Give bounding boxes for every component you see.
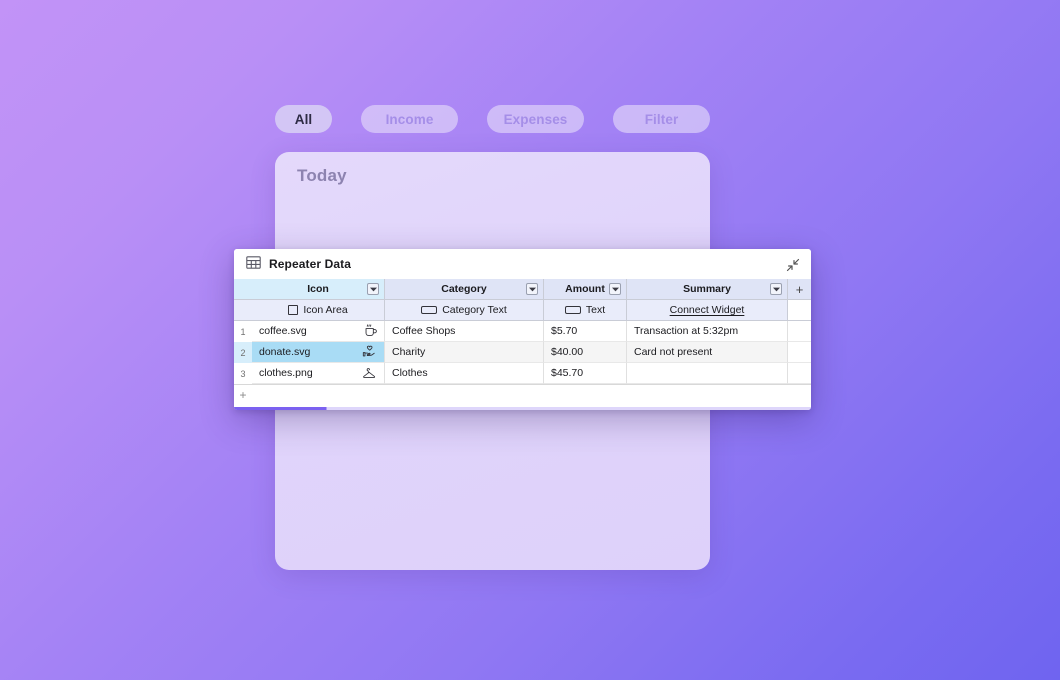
cell-amount-label: $5.70 <box>551 325 578 337</box>
column-header-icon-label: Icon <box>307 283 329 295</box>
repeater-grid: Icon Category Amount Summary + Icon Area… <box>234 279 811 405</box>
cell-icon-file[interactable]: coffee.svg <box>252 321 385 342</box>
rect-icon <box>564 306 581 314</box>
repeater-panel-header: Repeater Data <box>234 249 811 279</box>
table-row[interactable]: 2 donate.svg Charity $40.00 Card not pre… <box>234 342 811 363</box>
cell-icon-file-label: coffee.svg <box>259 325 307 337</box>
chevron-down-icon[interactable] <box>526 283 538 295</box>
chevron-down-icon[interactable] <box>609 283 621 295</box>
table-row[interactable]: 3 clothes.png Clothes $45.70 <box>234 363 811 384</box>
transaction-row[interactable]: Classy Charity $40.00 <box>275 565 710 570</box>
collapse-diagonal-icon[interactable] <box>786 258 800 272</box>
grid-header-row: Icon Category Amount Summary + <box>234 279 811 300</box>
cell-category[interactable]: Charity <box>385 342 544 363</box>
binding-cell-icon-label: Icon Area <box>303 304 348 316</box>
filter-bar: All Income Expenses Filter <box>275 105 710 133</box>
row-number: 1 <box>234 321 252 342</box>
cell-amount-label: $40.00 <box>551 346 584 358</box>
cell-summary[interactable]: Card not present <box>627 342 788 363</box>
cell-category[interactable]: Clothes <box>385 363 544 384</box>
binding-cell-summary-connect-widget[interactable]: Connect Widget <box>627 300 788 320</box>
filter-pill-all[interactable]: All <box>275 105 332 133</box>
repeater-panel-title: Repeater Data <box>269 257 352 271</box>
column-header-summary[interactable]: Summary <box>627 279 788 299</box>
donate-hand-heart-icon <box>362 345 377 359</box>
row-end-spacer <box>788 321 811 342</box>
cell-category-label: Charity <box>392 346 426 358</box>
binding-row-gutter <box>234 300 252 320</box>
square-icon <box>288 305 299 315</box>
cell-category-label: Clothes <box>392 367 428 379</box>
binding-cell-summary-label: Connect Widget <box>669 304 745 316</box>
cell-icon-file-label: donate.svg <box>259 346 311 358</box>
clothes-hanger-icon <box>362 367 377 380</box>
binding-cell-amount-label: Text <box>585 304 606 316</box>
grid-footer-row: + <box>234 384 811 405</box>
table-row[interactable]: 1 coffee.svg Coffee Shops $5.70 Transact <box>234 321 811 342</box>
filter-pill-filter-label: Filter <box>644 111 679 127</box>
panel-accent-bar <box>234 407 811 410</box>
add-row-button[interactable]: + <box>234 385 252 405</box>
rect-icon <box>421 306 438 314</box>
cell-summary[interactable]: Transaction at 5:32pm <box>627 321 788 342</box>
grid-binding-row: Icon Area Category Text Text Connect Wid… <box>234 300 811 321</box>
binding-cell-icon[interactable]: Icon Area <box>252 300 385 320</box>
cell-amount[interactable]: $40.00 <box>544 342 627 363</box>
grid-corner-cell <box>234 279 252 299</box>
chevron-down-icon[interactable] <box>770 283 782 295</box>
binding-cell-category-label: Category Text <box>442 304 507 316</box>
add-column-button[interactable]: + <box>788 279 811 299</box>
filter-pill-all-label: All <box>294 111 313 127</box>
column-header-category-label: Category <box>441 283 487 295</box>
binding-row-spacer <box>788 300 811 320</box>
filter-pill-income-label: Income <box>385 111 434 127</box>
filter-pill-expenses-label: Expenses <box>503 111 568 127</box>
column-header-category[interactable]: Category <box>385 279 544 299</box>
filter-pill-expenses[interactable]: Expenses <box>487 105 584 133</box>
row-number: 3 <box>234 363 252 384</box>
cell-summary-label: Transaction at 5:32pm <box>634 325 739 337</box>
binding-cell-amount[interactable]: Text <box>544 300 627 320</box>
transaction-card-title: Today <box>297 166 347 185</box>
row-end-spacer <box>788 342 811 363</box>
cell-amount[interactable]: $45.70 <box>544 363 627 384</box>
cell-category[interactable]: Coffee Shops <box>385 321 544 342</box>
cell-icon-file[interactable]: donate.svg <box>252 342 385 363</box>
coffee-cup-icon <box>364 324 377 338</box>
filter-pill-income[interactable]: Income <box>361 105 458 133</box>
cell-icon-file[interactable]: clothes.png <box>252 363 385 384</box>
add-column-label: + <box>795 281 804 297</box>
column-header-amount[interactable]: Amount <box>544 279 627 299</box>
cell-summary[interactable] <box>627 363 788 384</box>
cell-summary-label: Card not present <box>634 346 713 358</box>
row-number: 2 <box>234 342 252 363</box>
column-header-icon[interactable]: Icon <box>252 279 385 299</box>
filter-pill-filter[interactable]: Filter <box>613 105 710 133</box>
cell-amount-label: $45.70 <box>551 367 584 379</box>
cell-category-label: Coffee Shops <box>392 325 456 337</box>
table-grid-icon <box>246 256 261 272</box>
cell-icon-file-label: clothes.png <box>259 367 313 379</box>
chevron-down-icon[interactable] <box>367 283 379 295</box>
cell-amount[interactable]: $5.70 <box>544 321 627 342</box>
column-header-amount-label: Amount <box>565 283 605 295</box>
column-header-summary-label: Summary <box>683 283 731 295</box>
repeater-data-panel: Repeater Data Icon Category Amount Summa… <box>234 249 811 410</box>
add-row-label: + <box>239 388 247 402</box>
row-end-spacer <box>788 363 811 384</box>
binding-cell-category[interactable]: Category Text <box>385 300 544 320</box>
